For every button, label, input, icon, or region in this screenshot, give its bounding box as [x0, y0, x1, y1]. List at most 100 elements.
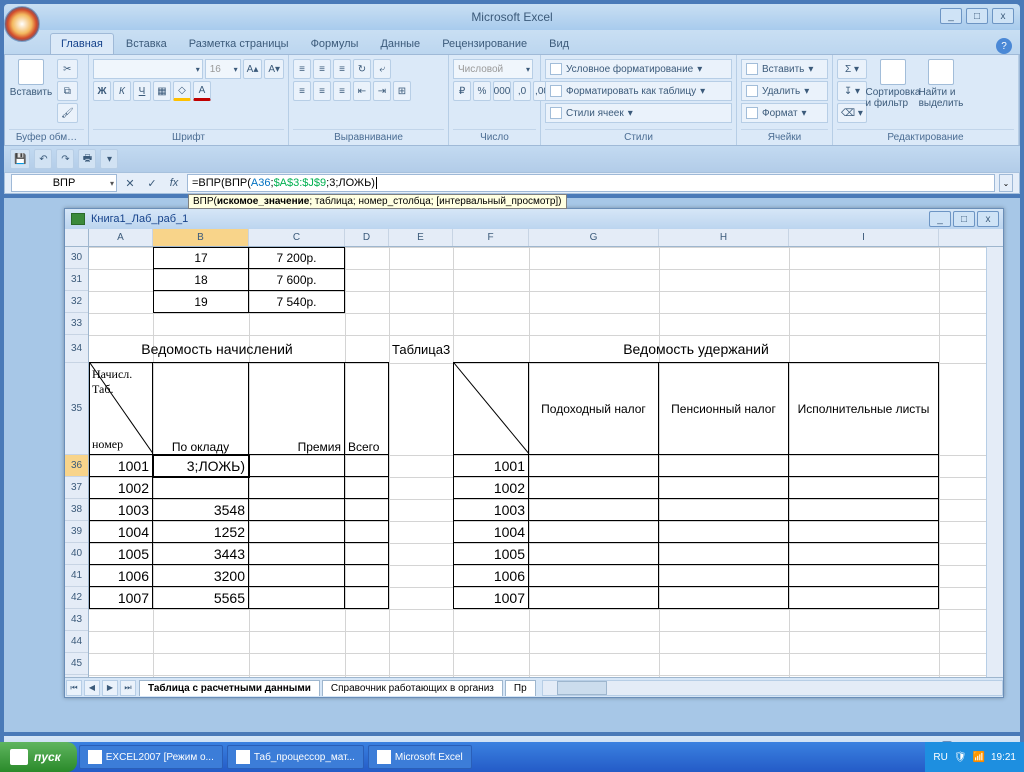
- row-header-33[interactable]: 33: [65, 313, 88, 335]
- cell-D36[interactable]: [345, 455, 389, 477]
- col-header-F[interactable]: F: [453, 229, 529, 246]
- qat-redo[interactable]: ↷: [56, 149, 74, 169]
- wb-close[interactable]: x: [977, 211, 999, 227]
- cell-I42[interactable]: [789, 587, 939, 609]
- cell-F41[interactable]: 1006: [453, 565, 529, 587]
- cell-F34[interactable]: Ведомость удержаний: [453, 335, 939, 363]
- format-painter-button[interactable]: 🖌: [57, 103, 78, 123]
- align-center[interactable]: ≡: [313, 81, 331, 101]
- cell-H37[interactable]: [659, 477, 789, 499]
- find-select-button[interactable]: Найти и выделить: [919, 59, 963, 109]
- tray-network-icon[interactable]: 📶: [973, 752, 985, 763]
- align-left[interactable]: ≡: [293, 81, 311, 101]
- cell-I39[interactable]: [789, 521, 939, 543]
- vertical-scrollbar[interactable]: [986, 247, 1003, 677]
- autosum-button[interactable]: Σ ▾: [837, 59, 867, 79]
- align-bot[interactable]: ≡: [333, 59, 351, 79]
- cell-G35[interactable]: Подоходный налог: [529, 363, 659, 455]
- cell-G36[interactable]: [529, 455, 659, 477]
- cell-D39[interactable]: [345, 521, 389, 543]
- col-header-B[interactable]: B: [153, 229, 249, 246]
- office-button[interactable]: [4, 6, 40, 42]
- align-mid[interactable]: ≡: [313, 59, 331, 79]
- sheet-nav-prev[interactable]: ◀: [84, 680, 100, 696]
- cell-B39[interactable]: 1252: [153, 521, 249, 543]
- cell-I40[interactable]: [789, 543, 939, 565]
- row-headers[interactable]: 3031323334353637383940414243444546: [65, 247, 89, 677]
- row-header-31[interactable]: 31: [65, 269, 88, 291]
- tray-icon[interactable]: 🛡: [954, 752, 967, 763]
- clock[interactable]: 19:21: [991, 752, 1016, 763]
- sheet-nav-next[interactable]: ▶: [102, 680, 118, 696]
- cell-F36[interactable]: 1001: [453, 455, 529, 477]
- cell-D40[interactable]: [345, 543, 389, 565]
- cell-I37[interactable]: [789, 477, 939, 499]
- shrink-font-button[interactable]: A▾: [264, 59, 284, 79]
- insert-cells-button[interactable]: Вставить ▾: [741, 59, 828, 79]
- cell-C42[interactable]: [249, 587, 345, 609]
- help-icon[interactable]: ?: [996, 38, 1012, 54]
- row-header-41[interactable]: 41: [65, 565, 88, 587]
- cell-B32[interactable]: 19: [153, 291, 249, 313]
- col-header-H[interactable]: H: [659, 229, 789, 246]
- cell-C31[interactable]: 7 600р.: [249, 269, 345, 291]
- tab-home[interactable]: Главная: [50, 33, 114, 54]
- wb-restore[interactable]: □: [953, 211, 975, 227]
- cell-F38[interactable]: 1003: [453, 499, 529, 521]
- cell-H41[interactable]: [659, 565, 789, 587]
- currency-button[interactable]: ₽: [453, 81, 471, 101]
- col-header-I[interactable]: I: [789, 229, 939, 246]
- cell-H35[interactable]: Пенсионный налог: [659, 363, 789, 455]
- col-header-E[interactable]: E: [389, 229, 453, 246]
- cell-G37[interactable]: [529, 477, 659, 499]
- cell-F35[interactable]: [453, 363, 529, 455]
- cell-B37[interactable]: [153, 477, 249, 499]
- cell-C32[interactable]: 7 540р.: [249, 291, 345, 313]
- cell-G40[interactable]: [529, 543, 659, 565]
- column-headers[interactable]: ABCDEFGHI: [89, 229, 986, 247]
- qat-dropdown[interactable]: ▾: [100, 149, 118, 169]
- cell-F39[interactable]: 1004: [453, 521, 529, 543]
- cell-B31[interactable]: 18: [153, 269, 249, 291]
- cut-button[interactable]: ✂: [57, 59, 78, 79]
- cell-C39[interactable]: [249, 521, 345, 543]
- cell-D37[interactable]: [345, 477, 389, 499]
- row-header-45[interactable]: 45: [65, 653, 88, 675]
- cell-C38[interactable]: [249, 499, 345, 521]
- name-box[interactable]: ВПР: [11, 174, 117, 192]
- delete-cells-button[interactable]: Удалить ▾: [741, 81, 828, 101]
- cell-E34[interactable]: Таблица3: [389, 335, 453, 363]
- cancel-formula-button[interactable]: ✕: [121, 174, 139, 192]
- row-header-37[interactable]: 37: [65, 477, 88, 499]
- enter-formula-button[interactable]: ✓: [143, 174, 161, 192]
- cell-A34[interactable]: Ведомость начислений: [89, 335, 345, 363]
- wrap-text[interactable]: ⤶: [373, 59, 391, 79]
- cell-H36[interactable]: [659, 455, 789, 477]
- tab-formulas[interactable]: Формулы: [301, 34, 369, 54]
- cell-C35[interactable]: Премия: [249, 363, 345, 455]
- sheet-nav-first[interactable]: ⏮: [66, 680, 82, 696]
- bold-button[interactable]: Ж: [93, 81, 111, 101]
- border-button[interactable]: ▦: [153, 81, 171, 101]
- col-header-D[interactable]: D: [345, 229, 389, 246]
- cells-grid[interactable]: 177 200р.187 600р.197 540р.Ведомость нач…: [89, 247, 986, 677]
- cell-A37[interactable]: 1002: [89, 477, 153, 499]
- cell-B38[interactable]: 3548: [153, 499, 249, 521]
- orientation[interactable]: ↻: [353, 59, 371, 79]
- clear-button[interactable]: ⌫ ▾: [837, 103, 867, 123]
- cell-G38[interactable]: [529, 499, 659, 521]
- tab-data[interactable]: Данные: [370, 34, 430, 54]
- sheet-tab-3[interactable]: Пр: [505, 680, 536, 696]
- cell-A35[interactable]: Начисл.Таб.номер: [89, 363, 153, 455]
- select-all-corner[interactable]: [65, 229, 89, 247]
- tab-layout[interactable]: Разметка страницы: [179, 34, 299, 54]
- row-header-44[interactable]: 44: [65, 631, 88, 653]
- fill-button[interactable]: ↧ ▾: [837, 81, 867, 101]
- tab-view[interactable]: Вид: [539, 34, 579, 54]
- row-header-46[interactable]: 46: [65, 675, 88, 677]
- inc-dec-button[interactable]: ,0: [513, 81, 531, 101]
- task-3[interactable]: Microsoft Excel: [368, 745, 472, 769]
- col-header-C[interactable]: C: [249, 229, 345, 246]
- workbook-titlebar[interactable]: Книга1_Лаб_раб_1 _ □ x: [65, 209, 1003, 229]
- cell-F42[interactable]: 1007: [453, 587, 529, 609]
